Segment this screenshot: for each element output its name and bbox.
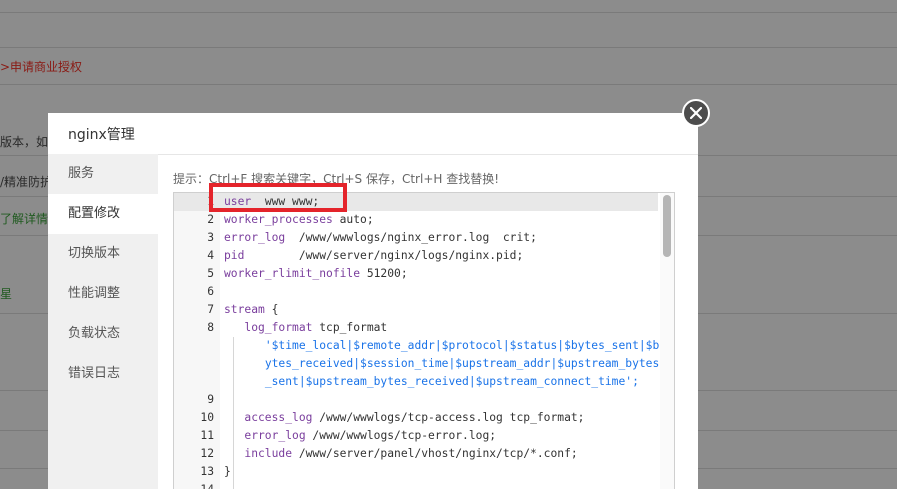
line-number: 13 <box>200 465 214 478</box>
bg-divider <box>0 84 897 85</box>
sidebar-item-load-status[interactable]: 负载状态 <box>48 314 158 354</box>
code-text: user www www; <box>224 195 320 208</box>
code-line[interactable]: 14 <box>174 481 658 489</box>
code-line[interactable]: _sent|$upstream_bytes_received|$upstream… <box>174 373 658 391</box>
code-line[interactable]: '$time_local|$remote_addr|$protocol|$sta… <box>174 337 660 355</box>
config-panel: 提示：Ctrl+F 搜索关键字，Ctrl+S 保存，Ctrl+H 查找替换! 1… <box>158 154 698 489</box>
code-line[interactable]: 5 worker_rlimit_nofile 51200; <box>174 265 658 283</box>
shortcut-hint: 提示：Ctrl+F 搜索关键字，Ctrl+S 保存，Ctrl+H 查找替换! <box>173 172 500 186</box>
sidebar-item-performance[interactable]: 性能调整 <box>48 274 158 314</box>
code-text: include /www/server/panel/vhost/nginx/tc… <box>244 447 578 460</box>
code-text: error_log /www/wwwlogs/nginx_error.log c… <box>224 231 537 244</box>
code-text: worker_rlimit_nofile 51200; <box>224 267 408 280</box>
nginx-manager-dialog: nginx管理 服务 配置修改 切换版本 性能调整 负载状态 错误日志 提示：C… <box>48 113 698 489</box>
bg-license-link[interactable]: >申请商业授权 <box>0 58 82 75</box>
line-number: 12 <box>200 447 214 460</box>
line-number: 1 <box>207 195 214 208</box>
code-line[interactable]: 3 error_log /www/wwwlogs/nginx_error.log … <box>174 229 658 247</box>
sidebar-item-service[interactable]: 服务 <box>48 154 158 194</box>
code-line[interactable]: 6 <box>174 283 658 301</box>
bg-text-star: 星 <box>0 287 13 301</box>
code-line[interactable]: 10 access_log /www/wwwlogs/tcp-access.lo… <box>174 409 658 427</box>
sidebar-item-config[interactable]: 配置修改 <box>48 194 158 234</box>
line-number: 4 <box>207 249 214 262</box>
code-line[interactable]: 7 stream { <box>174 301 658 319</box>
bg-details-link[interactable]: 了解详情] <box>0 210 53 227</box>
dialog-title: nginx管理 <box>68 127 135 143</box>
code-text: _sent|$upstream_bytes_received|$upstream… <box>264 375 639 388</box>
code-text: ytes_received|$session_time|$upstream_ad… <box>264 357 660 370</box>
code-line[interactable]: 4 pid /www/server/nginx/logs/nginx.pid; <box>174 247 658 265</box>
sidebar-item-switch-version[interactable]: 切换版本 <box>48 234 158 274</box>
code-line[interactable]: 8 log_format tcp_format <box>174 319 658 337</box>
code-text: '$time_local|$remote_addr|$protocol|$sta… <box>264 339 660 352</box>
line-number: 9 <box>207 393 214 406</box>
code-text: pid /www/server/nginx/logs/nginx.pid; <box>224 249 524 262</box>
code-line[interactable]: 12 include /www/server/panel/vhost/nginx… <box>174 445 658 463</box>
code-text: } <box>224 465 231 478</box>
code-line[interactable]: 9 <box>174 391 658 409</box>
code-text: access_log /www/wwwlogs/tcp-access.log t… <box>244 411 585 424</box>
line-number: 8 <box>207 321 214 334</box>
code-text: worker_processes auto; <box>224 213 374 226</box>
code-text: error_log /www/wwwlogs/tcp-error.log; <box>244 429 497 442</box>
line-number: 3 <box>207 231 214 244</box>
line-number: 6 <box>207 285 214 298</box>
editor-scrollbar-thumb[interactable] <box>663 195 671 257</box>
line-number: 2 <box>207 213 214 226</box>
line-number: 5 <box>207 267 214 280</box>
code-line[interactable]: 2 worker_processes auto; <box>174 211 658 229</box>
code-text: stream { <box>224 303 279 316</box>
code-line[interactable]: ytes_received|$session_time|$upstream_ad… <box>174 355 660 373</box>
code-line[interactable]: 13} <box>174 463 658 481</box>
sidebar-item-error-log[interactable]: 错误日志 <box>48 354 158 394</box>
close-icon <box>690 107 702 119</box>
line-number: 7 <box>207 303 214 316</box>
dialog-header: nginx管理 <box>48 113 698 155</box>
dialog-sidebar: 服务 配置修改 切换版本 性能调整 负载状态 错误日志 <box>48 154 158 489</box>
code-line[interactable]: 1 user www www; <box>174 193 658 211</box>
bg-text-protection: /精准防护 <box>0 175 53 189</box>
line-number: 14 <box>174 481 214 489</box>
bg-divider <box>0 12 897 13</box>
bg-divider <box>0 47 897 48</box>
code-text: log_format tcp_format <box>244 321 388 334</box>
code-line[interactable]: 11 error_log /www/wwwlogs/tcp-error.log; <box>174 427 658 445</box>
line-number: 10 <box>200 411 214 424</box>
close-dialog-button[interactable] <box>682 99 710 127</box>
code-editor[interactable]: 1 user www www; 2 worker_processes auto; 3 er… <box>173 192 675 489</box>
line-number: 11 <box>200 429 214 442</box>
